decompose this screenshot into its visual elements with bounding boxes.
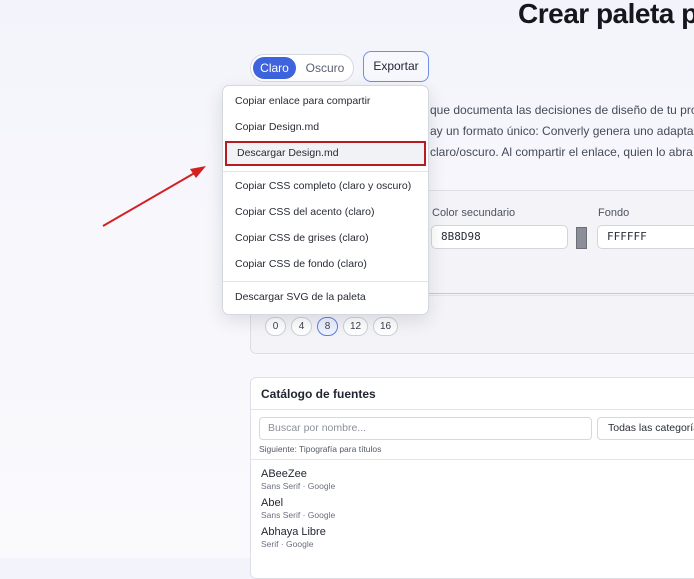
menu-separator <box>223 171 428 172</box>
dark-mode-button[interactable]: Oscuro <box>301 57 349 79</box>
menu-item-copy-background-css[interactable]: Copiar CSS de fondo (claro) <box>223 252 428 277</box>
font-category-select[interactable]: Todas las categoría <box>597 417 694 440</box>
menu-item-copy-share-link[interactable]: Copiar enlace para compartir <box>223 89 428 114</box>
spacing-options: 0 4 8 12 16 <box>265 317 398 336</box>
font-meta: Sans Serif · Google <box>261 510 336 520</box>
menu-item-copy-accent-css[interactable]: Copiar CSS del acento (claro) <box>223 200 428 225</box>
intro-text: que documenta las decisiones de diseño d… <box>430 100 694 163</box>
menu-separator <box>223 281 428 282</box>
font-list-item[interactable]: Abel Sans Serif · Google <box>261 497 335 520</box>
spacing-chip-0[interactable]: 0 <box>265 317 286 336</box>
light-mode-button[interactable]: Claro <box>253 57 296 79</box>
font-list-item[interactable]: ABeeZee Sans Serif · Google <box>261 468 335 491</box>
font-meta: Serif · Google <box>261 539 314 549</box>
secondary-color-swatch[interactable] <box>576 227 587 249</box>
secondary-color-input[interactable]: 8B8D98 <box>431 225 568 249</box>
export-menu: Copiar enlace para compartir Copiar Desi… <box>222 85 429 315</box>
font-catalog-hint: Siguiente: Tipografía para títulos <box>259 444 382 454</box>
font-search-input[interactable]: Buscar por nombre... <box>259 417 592 440</box>
font-catalog: Catálogo de fuentes Buscar por nombre...… <box>250 377 694 579</box>
secondary-color-label: Color secundario <box>432 207 516 219</box>
font-name: ABeeZee <box>261 468 307 480</box>
intro-line: claro/oscuro. Al compartir el enlace, qu… <box>430 145 694 159</box>
font-name: Abel <box>261 497 284 509</box>
divider <box>251 409 694 410</box>
menu-item-copy-design-md[interactable]: Copiar Design.md <box>223 115 428 140</box>
intro-line: ay un formato único: Converly genera uno… <box>430 124 694 138</box>
spacing-chip-4[interactable]: 4 <box>291 317 312 336</box>
menu-item-copy-gray-css[interactable]: Copiar CSS de grises (claro) <box>223 226 428 251</box>
intro-line: que documenta las decisiones de diseño d… <box>430 103 694 117</box>
background-color-label: Fondo <box>598 207 630 219</box>
spacing-chip-8[interactable]: 8 <box>317 317 338 336</box>
theme-mode-toggle: Claro Oscuro <box>250 54 354 82</box>
menu-item-copy-full-css[interactable]: Copiar CSS completo (claro y oscuro) <box>223 174 428 199</box>
font-meta: Sans Serif · Google <box>261 481 336 491</box>
font-list-item[interactable]: Abhaya Libre Serif · Google <box>261 526 326 549</box>
font-catalog-title: Catálogo de fuentes <box>261 387 376 401</box>
spacing-chip-16[interactable]: 16 <box>373 317 398 336</box>
spacing-chip-12[interactable]: 12 <box>343 317 368 336</box>
menu-item-download-svg[interactable]: Descargar SVG de la paleta <box>223 285 428 310</box>
page-title: Crear paleta pe <box>518 0 694 29</box>
divider <box>251 459 694 460</box>
menu-item-download-design-md[interactable]: Descargar Design.md <box>225 141 426 166</box>
font-name: Abhaya Libre <box>261 526 326 538</box>
background-color-input[interactable]: FFFFFF <box>597 225 694 249</box>
export-button[interactable]: Exportar <box>363 51 429 82</box>
